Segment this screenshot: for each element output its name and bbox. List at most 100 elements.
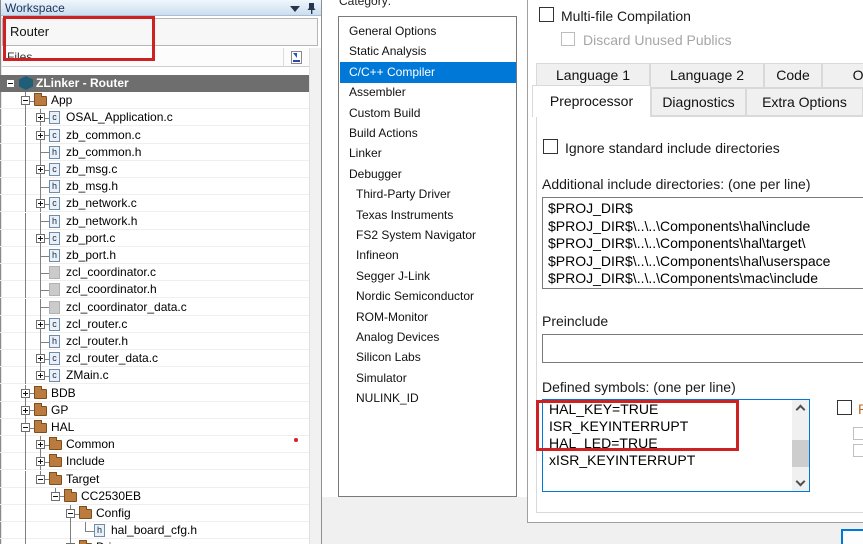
tree-guide [70, 522, 71, 540]
cfile-icon: c [49, 111, 60, 125]
expand-icon[interactable] [36, 319, 45, 329]
tree-row-cc2530eb[interactable]: CC2530EB [0, 487, 309, 505]
category-item-general-options[interactable]: General Options [340, 21, 516, 42]
collapse-icon[interactable] [21, 96, 30, 106]
category-item-infineon[interactable]: Infineon [340, 245, 516, 266]
category-item-silicon-labs[interactable]: Silicon Labs [340, 347, 516, 368]
collapse-icon[interactable] [51, 491, 60, 501]
expand-icon[interactable] [36, 371, 45, 381]
tree-row-osal-application-c[interactable]: c OSAL_Application.c [0, 109, 309, 127]
tab-extra-options[interactable]: Extra Options [746, 88, 863, 116]
tab-op[interactable]: Op [822, 63, 863, 88]
category-item-debugger[interactable]: Debugger [340, 164, 516, 185]
expand-icon[interactable] [36, 165, 45, 174]
tree-item-label: zb_network.c [66, 196, 137, 211]
tree-row-zb-port-c[interactable]: c zb_port.c [0, 229, 309, 247]
category-item-fs2-system-navigator[interactable]: FS2 System Navigator [340, 225, 516, 246]
tree-row-target[interactable]: Target [0, 470, 309, 488]
expand-icon[interactable] [36, 440, 45, 450]
tree-row-include[interactable]: Include [0, 453, 309, 471]
category-item-analog-devices[interactable]: Analog Devices [340, 327, 516, 348]
tree-row-zb-msg-c[interactable]: c zb_msg.c [0, 161, 309, 178]
expand-icon[interactable] [21, 388, 30, 398]
tree-row-zb-common-c[interactable]: c zb_common.c [0, 126, 309, 144]
tree-row-zcl-coordinator-c[interactable]: zcl_coordinator.c [0, 264, 309, 282]
tab-preprocessor[interactable]: Preprocessor [532, 85, 651, 117]
tree-row-gp[interactable]: GP [0, 401, 309, 419]
tree-item-label: App [51, 93, 73, 108]
tree-item-label: zb_common.c [66, 127, 141, 142]
category-item-nulink-id[interactable]: NULINK_ID [340, 388, 516, 409]
category-item-assembler[interactable]: Assembler [340, 82, 516, 103]
preinclude-input[interactable] [542, 334, 863, 363]
tree-row-hal[interactable]: HAL [0, 419, 309, 436]
multi-file-compilation-checkbox[interactable] [539, 7, 554, 22]
ok-button[interactable] [841, 529, 863, 544]
expand-icon[interactable] [36, 130, 45, 140]
scroll-up-icon[interactable] [795, 404, 806, 415]
tree-row-zcl-router-data-c[interactable]: c zcl_router_data.c [0, 350, 309, 368]
tree-row-zcl-router-h[interactable]: h zcl_router.h [0, 333, 309, 350]
category-item-simulator[interactable]: Simulator [340, 368, 516, 389]
tree-row-zcl-coordinator-data-c[interactable]: zcl_coordinator_data.c [0, 298, 309, 316]
collapse-icon[interactable] [66, 509, 75, 518]
expand-icon[interactable] [36, 113, 45, 123]
tree-item-label: Drivers [96, 540, 134, 544]
tab-diagnostics[interactable]: Diagnostics [651, 88, 746, 116]
cfile-icon: c [49, 352, 60, 366]
defined-symbols-scrollbar[interactable] [792, 400, 809, 491]
expand-icon[interactable] [21, 405, 30, 415]
scroll-down-icon[interactable] [795, 476, 806, 487]
category-item-nordic-semiconductor[interactable]: Nordic Semiconductor [340, 286, 516, 307]
tree-row-drivers[interactable]: Drivers [0, 539, 309, 544]
collapse-icon[interactable] [6, 79, 15, 88]
tree-row-zb-network-h[interactable]: h zb_network.h [0, 212, 309, 230]
category-item-third-party-driver[interactable]: Third-Party Driver [340, 184, 516, 205]
category-item-c-c-compiler[interactable]: C/C++ Compiler [340, 61, 516, 83]
tree-row-zcl-router-c[interactable]: c zcl_router.c [0, 315, 309, 333]
tree-row-zcl-coordinator-h[interactable]: zcl_coordinator.h [0, 281, 309, 299]
project-file-tree[interactable]: ZLinker - Router App c OSAL_Application.c c z… [0, 67, 309, 544]
expand-icon[interactable] [36, 233, 45, 243]
category-list[interactable]: General Options Static Analysis C/C++ Comp… [338, 16, 517, 497]
tree-guide [25, 487, 26, 505]
workspace-scrollbar[interactable] [309, 48, 321, 544]
collapse-icon[interactable] [21, 423, 30, 432]
ignore-standard-include-checkbox[interactable] [543, 139, 558, 154]
tree-row-zlinker-router[interactable]: ZLinker - Router [0, 75, 309, 92]
chevron-down-icon[interactable] [290, 6, 300, 12]
tree-row-zmain-c[interactable]: c ZMain.c [0, 367, 309, 385]
include-directories-input[interactable]: $PROJ_DIR$ $PROJ_DIR$\..\..\Components\h… [542, 197, 863, 289]
category-item-custom-build[interactable]: Custom Build [340, 103, 516, 124]
tree-row-app[interactable]: App [0, 92, 309, 110]
tree-row-config[interactable]: Config [0, 505, 309, 522]
category-item-texas-instruments[interactable]: Texas Instruments [340, 205, 516, 226]
tab-language-2[interactable]: Language 2 [650, 63, 764, 88]
tab-code[interactable]: Code [764, 63, 822, 88]
grayfile-icon [49, 266, 60, 280]
category-item-rom-monitor[interactable]: ROM-Monitor [340, 307, 516, 328]
tree-row-common[interactable]: Common [0, 436, 309, 454]
expand-icon[interactable] [36, 457, 45, 467]
pin-icon[interactable] [306, 2, 318, 15]
scrollbar-thumb[interactable] [792, 440, 809, 467]
collapse-icon[interactable] [36, 474, 45, 484]
tree-row-zb-network-c[interactable]: c zb_network.c [0, 195, 309, 213]
category-item-static-analysis[interactable]: Static Analysis [340, 41, 516, 62]
tree-row-zb-port-h[interactable]: h zb_port.h [0, 247, 309, 264]
project-icon [19, 76, 33, 90]
tree-row-bdb[interactable]: BDB [0, 384, 309, 402]
tree-row-zb-msg-h[interactable]: h zb_msg.h [0, 178, 309, 196]
expand-icon[interactable] [36, 199, 45, 209]
preprocessor-output-checkbox[interactable] [837, 400, 852, 415]
preinclude-label: Preinclude [542, 313, 609, 329]
tree-row-zb-common-h[interactable]: h zb_common.h [0, 143, 309, 161]
expand-icon[interactable] [36, 354, 45, 364]
tree-row-hal-board-cfg-h[interactable]: h hal_board_cfg.h [0, 522, 309, 540]
options-column-header[interactable] [283, 48, 309, 67]
category-item-build-actions[interactable]: Build Actions [340, 123, 516, 144]
tree-guide [25, 281, 26, 299]
discard-unused-publics-checkbox [561, 32, 575, 46]
category-item-segger-j-link[interactable]: Segger J-Link [340, 266, 516, 287]
category-item-linker[interactable]: Linker [340, 143, 516, 164]
